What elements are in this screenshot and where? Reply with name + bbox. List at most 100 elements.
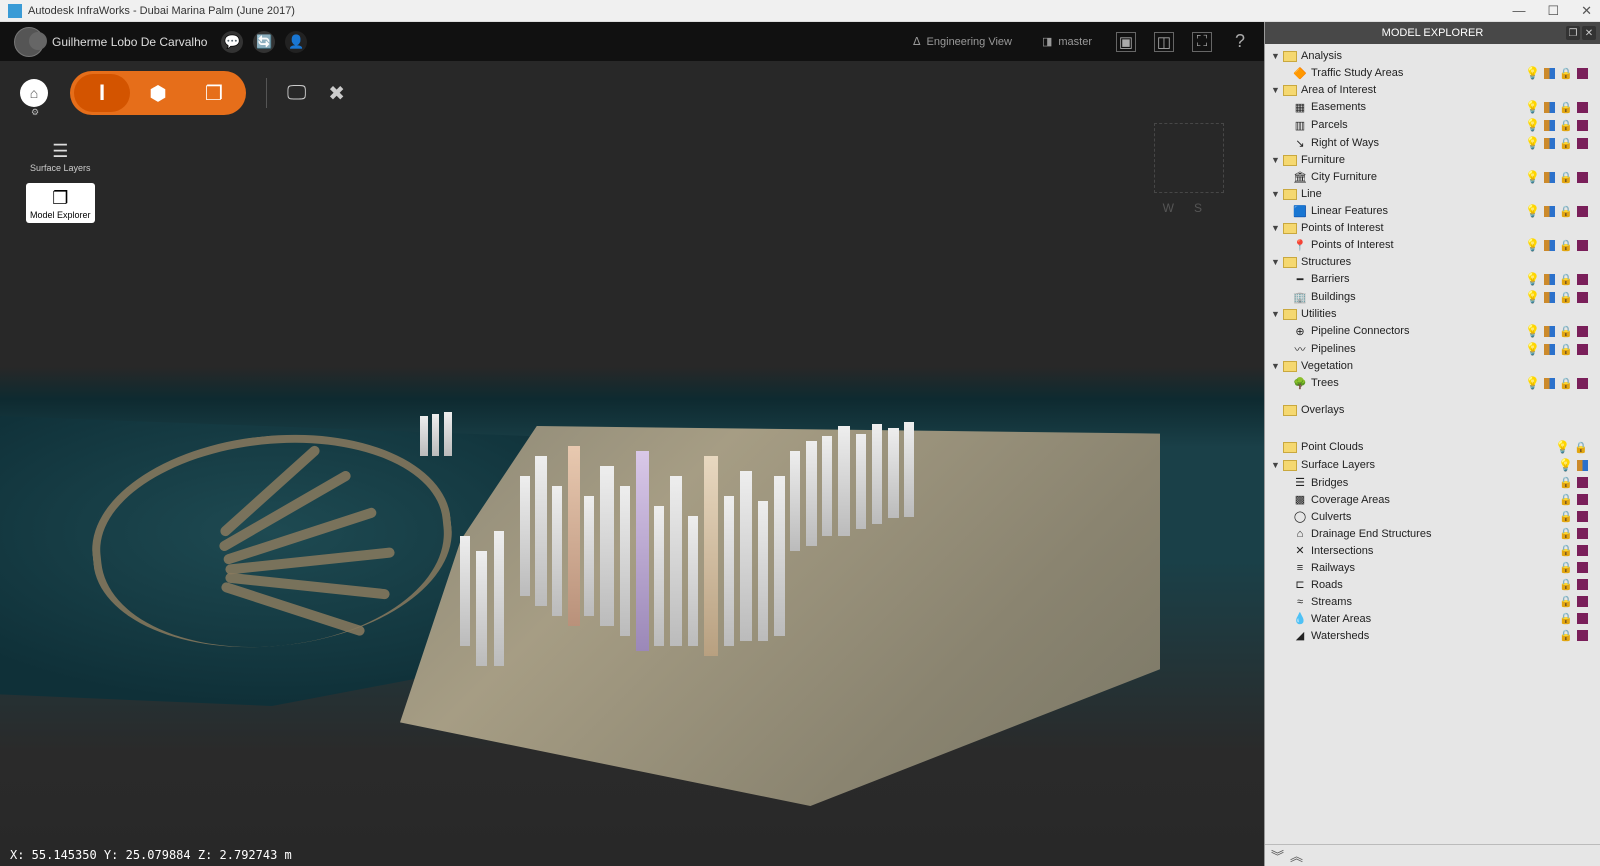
caret-icon[interactable]: ▼ [1271,85,1281,95]
caret-icon[interactable]: ▼ [1271,223,1281,233]
visibility-bulb-icon[interactable]: 💡 [1525,290,1540,304]
caret-icon[interactable]: ▼ [1271,361,1281,371]
color-swatch[interactable] [1577,102,1588,113]
view-cube[interactable] [1154,123,1224,193]
color-swatch[interactable] [1577,562,1588,573]
tree-item[interactable]: 🏛City Furniture💡🔒 [1267,168,1598,186]
color-swatch[interactable] [1577,344,1588,355]
color-swatch[interactable] [1577,240,1588,251]
display-mode-icon[interactable] [1544,172,1555,183]
color-swatch[interactable] [1577,630,1588,641]
display-mode-icon[interactable] [1544,344,1555,355]
tree-item[interactable]: ⊕Pipeline Connectors💡🔒 [1267,322,1598,340]
visibility-bulb-icon[interactable]: 💡 [1558,458,1573,472]
tree-item[interactable]: ≡Railways🔒 [1267,559,1598,576]
color-swatch[interactable] [1577,579,1588,590]
maximize-button[interactable]: ☐ [1547,3,1559,19]
color-swatch[interactable] [1577,528,1588,539]
color-swatch[interactable] [1577,292,1588,303]
lock-icon[interactable]: 🔒 [1559,595,1573,608]
branch-selector[interactable]: ◨ master [1042,35,1092,48]
tree-item[interactable]: 〰Pipelines💡🔒 [1267,340,1598,358]
lock-icon[interactable]: 🔒 [1559,205,1573,218]
color-swatch[interactable] [1577,511,1588,522]
tree-item[interactable]: ◢Watersheds🔒 [1267,627,1598,644]
visibility-bulb-icon[interactable]: 💡 [1525,170,1540,184]
collapse-all-icon[interactable]: ︾ [1271,846,1284,865]
display-mode-icon[interactable] [1544,326,1555,337]
panel-restore-icon[interactable]: ❐ [1566,26,1580,40]
visibility-bulb-icon[interactable]: 💡 [1525,272,1540,286]
tree-group[interactable]: ▼Utilities [1267,306,1598,322]
visibility-bulb-icon[interactable]: 💡 [1525,324,1540,338]
tree-group[interactable]: ▼Overlays [1267,402,1598,418]
lock-icon[interactable]: 🔒 [1559,493,1573,506]
lock-icon[interactable]: 🔒 [1559,377,1573,390]
tree-item[interactable]: 🔶Traffic Study Areas💡🔒 [1267,64,1598,82]
tools-icon[interactable]: ✖ [328,81,345,106]
tree-view[interactable]: ▼Analysis🔶Traffic Study Areas💡🔒▼Area of … [1265,44,1600,844]
lock-icon[interactable]: 🔒 [1559,101,1573,114]
lock-icon[interactable]: 🔒 [1559,273,1573,286]
tree-group[interactable]: ▼Points of Interest [1267,220,1598,236]
present-icon[interactable]: ▣ [1116,32,1136,52]
color-swatch[interactable] [1577,613,1588,624]
visibility-bulb-icon[interactable]: 💡 [1525,100,1540,114]
tree-item[interactable]: ☰Bridges🔒 [1267,474,1598,491]
display-mode-icon[interactable] [1544,274,1555,285]
display-mode-icon[interactable] [1577,460,1588,471]
display-settings-icon[interactable]: 🖵 [287,82,306,105]
tree-item[interactable]: ✕Intersections🔒 [1267,542,1598,559]
add-person-icon[interactable]: 👤 [285,31,307,53]
close-button[interactable]: ✕ [1581,3,1592,19]
caret-icon[interactable]: ▼ [1271,51,1281,61]
tree-item[interactable]: 🌳Trees💡🔒 [1267,374,1598,392]
tree-group[interactable]: ▼Structures [1267,254,1598,270]
lock-icon[interactable]: 🔒 [1559,137,1573,150]
lock-icon[interactable]: 🔒 [1559,578,1573,591]
display-mode-icon[interactable] [1544,120,1555,131]
display-mode-icon[interactable] [1544,138,1555,149]
lock-icon[interactable]: 🔒 [1559,510,1573,523]
sync-icon[interactable]: 🔄 [253,31,275,53]
tree-group[interactable]: ▼Surface Layers💡 [1267,456,1598,474]
mode-model-button[interactable]: ⬢ [130,74,186,112]
display-mode-icon[interactable] [1544,102,1555,113]
visibility-bulb-icon[interactable]: 💡 [1525,118,1540,132]
display-mode-icon[interactable] [1544,292,1555,303]
color-swatch[interactable] [1577,326,1588,337]
tree-item[interactable]: 🏢Buildings💡🔒 [1267,288,1598,306]
color-swatch[interactable] [1577,120,1588,131]
visibility-bulb-icon[interactable]: 💡 [1525,376,1540,390]
panel-icon[interactable]: ◫ [1154,32,1174,52]
caret-icon[interactable]: ▼ [1271,189,1281,199]
tree-item[interactable]: ▥Parcels💡🔒 [1267,116,1598,134]
color-swatch[interactable] [1577,545,1588,556]
lock-icon[interactable]: 🔒 [1559,629,1573,642]
display-mode-icon[interactable] [1544,378,1555,389]
tree-item[interactable]: 📍Points of Interest💡🔒 [1267,236,1598,254]
user-avatar[interactable] [14,27,44,57]
color-swatch[interactable] [1577,494,1588,505]
minimize-button[interactable]: — [1512,3,1525,19]
3d-viewport[interactable]: ⌂ I ⬢ ❐ 🖵 ✖ ⚙ ☰ Surface Layers ❐ Model [0,61,1264,866]
tree-group[interactable]: ▼Area of Interest [1267,82,1598,98]
tree-item[interactable]: ━Barriers💡🔒 [1267,270,1598,288]
tree-item[interactable]: ⊏Roads🔒 [1267,576,1598,593]
engineering-view-toggle[interactable]: ᐃ Engineering View [913,35,1012,48]
tree-group[interactable]: ▼Point Clouds💡🔒 [1267,438,1598,456]
surface-layers-tool[interactable]: ☰ Surface Layers [30,139,91,173]
visibility-bulb-icon[interactable]: 💡 [1525,66,1540,80]
help-icon[interactable]: ? [1230,32,1250,52]
lock-icon[interactable]: 🔒 [1574,441,1588,454]
display-mode-icon[interactable] [1544,240,1555,251]
lock-icon[interactable]: 🔒 [1559,171,1573,184]
color-swatch[interactable] [1577,172,1588,183]
lock-icon[interactable]: 🔒 [1559,291,1573,304]
lock-icon[interactable]: 🔒 [1559,119,1573,132]
tree-item[interactable]: 🟦Linear Features💡🔒 [1267,202,1598,220]
mode-infraworks-button[interactable]: I [74,74,130,112]
caret-icon[interactable]: ▼ [1271,155,1281,165]
tree-item[interactable]: ⌂Drainage End Structures🔒 [1267,525,1598,542]
visibility-bulb-icon[interactable]: 💡 [1525,342,1540,356]
